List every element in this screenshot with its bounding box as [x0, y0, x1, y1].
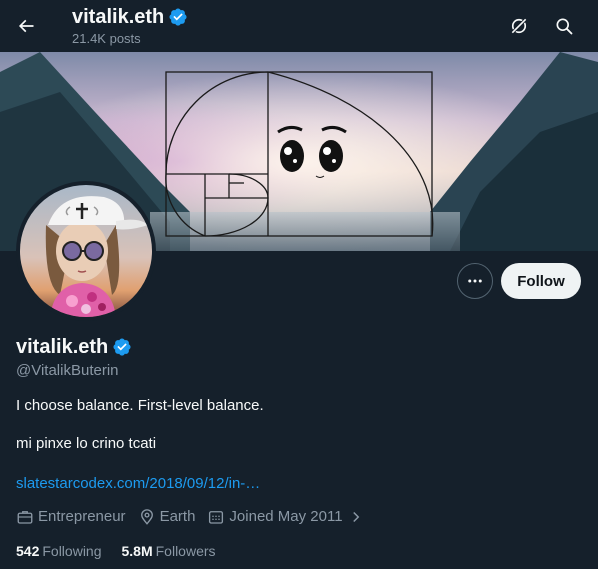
more-dots-icon — [468, 279, 482, 283]
bio-line-2: mi pinxe lo crino tcati — [16, 435, 157, 452]
profile-name-row: vitalik.eth — [16, 335, 132, 359]
followers-link[interactable]: 5.8M Followers — [122, 541, 216, 561]
following-count: 542 — [16, 543, 40, 559]
occupation-item: Entrepreneur — [16, 507, 126, 527]
header-title: vitalik.eth — [72, 6, 165, 28]
joined-text: Joined May 2011 — [229, 508, 343, 525]
arrow-left-icon — [18, 19, 34, 33]
profile-page: vitalik.eth 21.4K posts Follow vitalik.e… — [0, 0, 598, 569]
back-button[interactable] — [8, 8, 44, 44]
grok-button[interactable] — [501, 8, 537, 44]
profile-link[interactable]: slatestarcodex.com/2018/09/12/in-… — [16, 474, 260, 494]
location-text: Earth — [159, 508, 196, 525]
calendar-icon — [209, 511, 224, 524]
verified-badge-icon — [169, 8, 187, 26]
header-title-block: vitalik.eth 21.4K posts — [72, 5, 188, 47]
location-pin-icon — [140, 509, 153, 525]
avatar[interactable] — [20, 185, 152, 317]
display-name: vitalik.eth — [16, 336, 109, 358]
location-item: Earth — [138, 507, 196, 527]
followers-count: 5.8M — [121, 543, 153, 559]
followers-label: Followers — [155, 543, 216, 559]
chevron-right-icon — [352, 511, 359, 523]
avatar-frame[interactable] — [16, 181, 156, 321]
verified-badge-icon[interactable] — [112, 337, 132, 357]
more-options-button[interactable] — [457, 263, 493, 299]
grok-icon — [511, 18, 527, 34]
follow-stats-row: 542 Following 5.8M Followers — [16, 541, 236, 561]
profile-meta-row: Entrepreneur Earth Joined May 2011 — [16, 507, 377, 527]
bio-line-1: I choose balance. First-level balance. — [16, 397, 264, 414]
briefcase-icon — [17, 511, 33, 524]
occupation-text: Entrepreneur — [38, 508, 126, 525]
following-link[interactable]: 542 Following — [16, 541, 102, 561]
following-label: Following — [42, 543, 102, 559]
follow-button[interactable]: Follow — [501, 263, 581, 299]
post-count: 21.4K posts — [72, 31, 141, 46]
joined-item[interactable]: Joined May 2011 — [207, 507, 364, 527]
search-button[interactable] — [546, 8, 582, 44]
profile-handle: @VitalikButerin — [16, 362, 119, 379]
avatar-image — [20, 185, 152, 317]
top-bar: vitalik.eth 21.4K posts — [0, 0, 598, 52]
search-icon — [556, 18, 573, 35]
